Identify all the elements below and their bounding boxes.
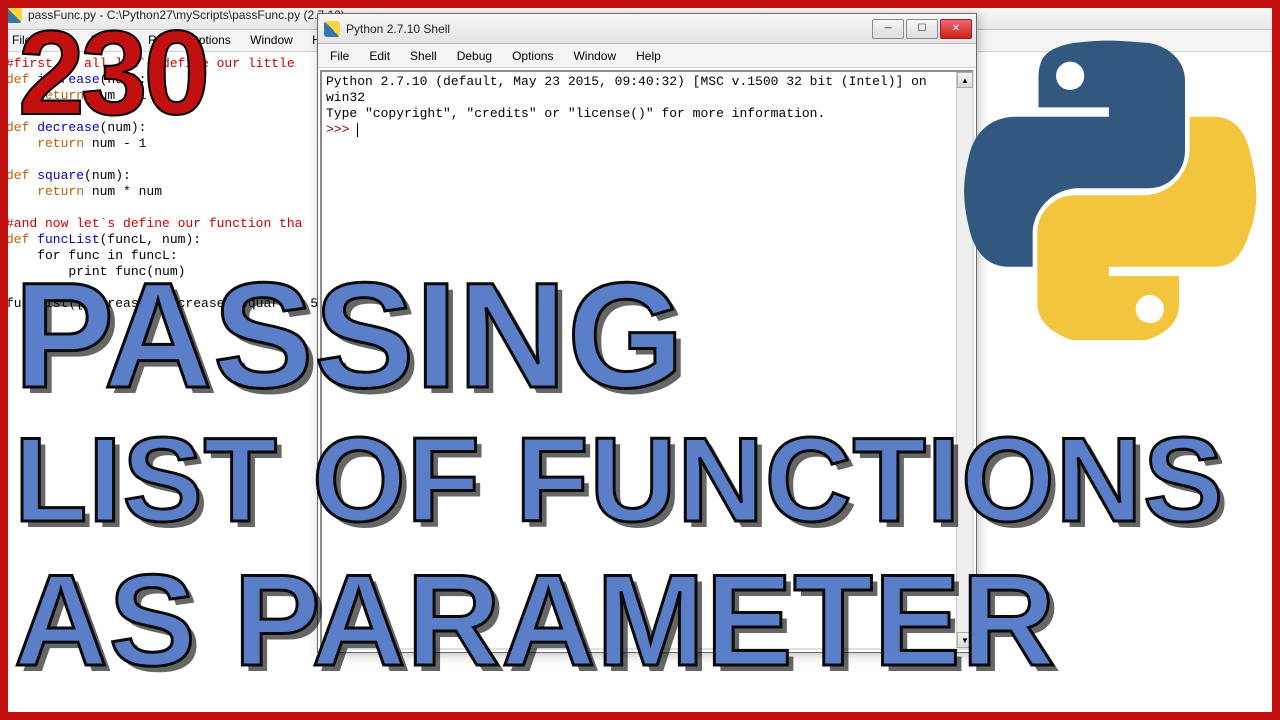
shell-menu-shell[interactable]: Shell [400,45,447,67]
shell-banner-line1: Python 2.7.10 (default, May 23 2015, 09:… [326,74,935,105]
overlay-title-line1: PASSING [14,260,685,410]
shell-menu-file[interactable]: File [320,45,359,67]
shell-menu-help[interactable]: Help [626,45,671,67]
episode-number: 230 [18,4,206,142]
shell-prompt: >>> [326,122,357,137]
shell-menu-debug[interactable]: Debug [447,45,502,67]
minimize-button[interactable]: ─ [872,19,904,39]
shell-titlebar[interactable]: Python 2.7.10 Shell ─ ☐ ✕ [318,14,976,44]
overlay-title-line2: LIST OF FUNCTIONS [14,420,1224,540]
maximize-button[interactable]: ☐ [906,19,938,39]
text-cursor-icon [357,123,358,137]
menu-window[interactable]: Window [242,30,301,50]
overlay-title-line3: AS PARAMETER [14,555,1056,685]
python-icon [324,21,340,37]
shell-title-text: Python 2.7.10 Shell [346,22,870,36]
shell-menu-edit[interactable]: Edit [359,45,400,67]
shell-banner-line2: Type "copyright", "credits" or "license(… [326,106,825,121]
close-button[interactable]: ✕ [940,19,972,39]
shell-menubar[interactable]: File Edit Shell Debug Options Window Hel… [318,44,976,68]
shell-menu-options[interactable]: Options [502,45,563,67]
shell-menu-window[interactable]: Window [563,45,626,67]
window-buttons: ─ ☐ ✕ [870,19,972,39]
python-logo-icon [960,40,1260,340]
